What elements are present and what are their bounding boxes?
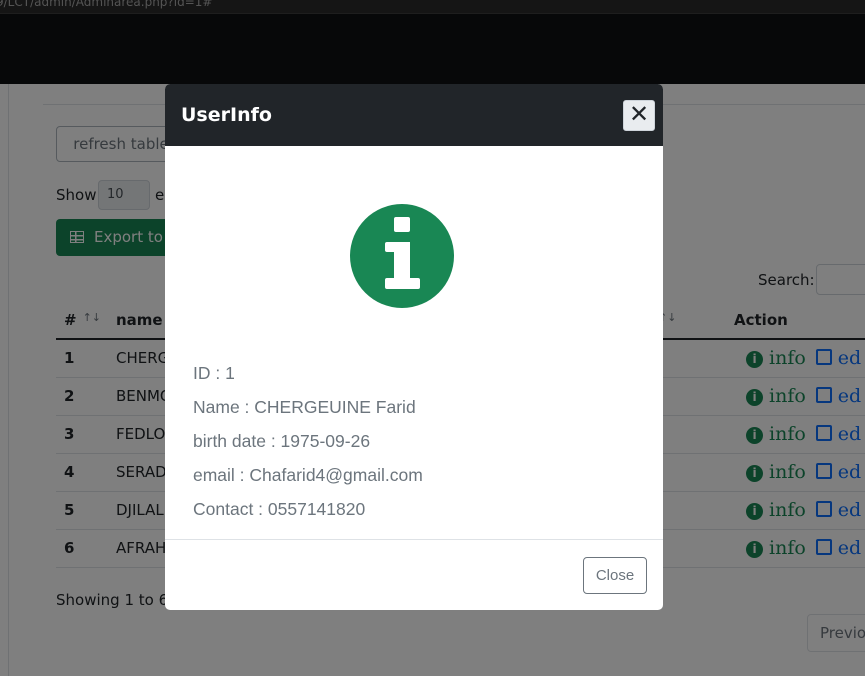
info-circle-icon: [350, 204, 454, 308]
modal-footer: Close: [165, 539, 663, 610]
close-icon[interactable]: ✕: [623, 100, 655, 131]
userinfo-modal: UserInfo ✕ ID : 1 Name : CHERGEUINE Fari…: [165, 84, 663, 610]
modal-header: UserInfo ✕: [165, 84, 663, 146]
modal-title: UserInfo: [181, 104, 272, 126]
user-info-details: ID : 1 Name : CHERGEUINE Farid birth dat…: [193, 361, 423, 531]
user-email-line: email : Chafarid4@gmail.com: [193, 465, 423, 485]
user-birthdate-line: birth date : 1975-09-26: [193, 431, 371, 451]
user-contact-line: Contact : 0557141820: [193, 499, 366, 519]
close-button[interactable]: Close: [583, 557, 647, 594]
user-id-line: ID : 1: [193, 363, 235, 383]
user-name-line: Name : CHERGEUINE Farid: [193, 397, 416, 417]
